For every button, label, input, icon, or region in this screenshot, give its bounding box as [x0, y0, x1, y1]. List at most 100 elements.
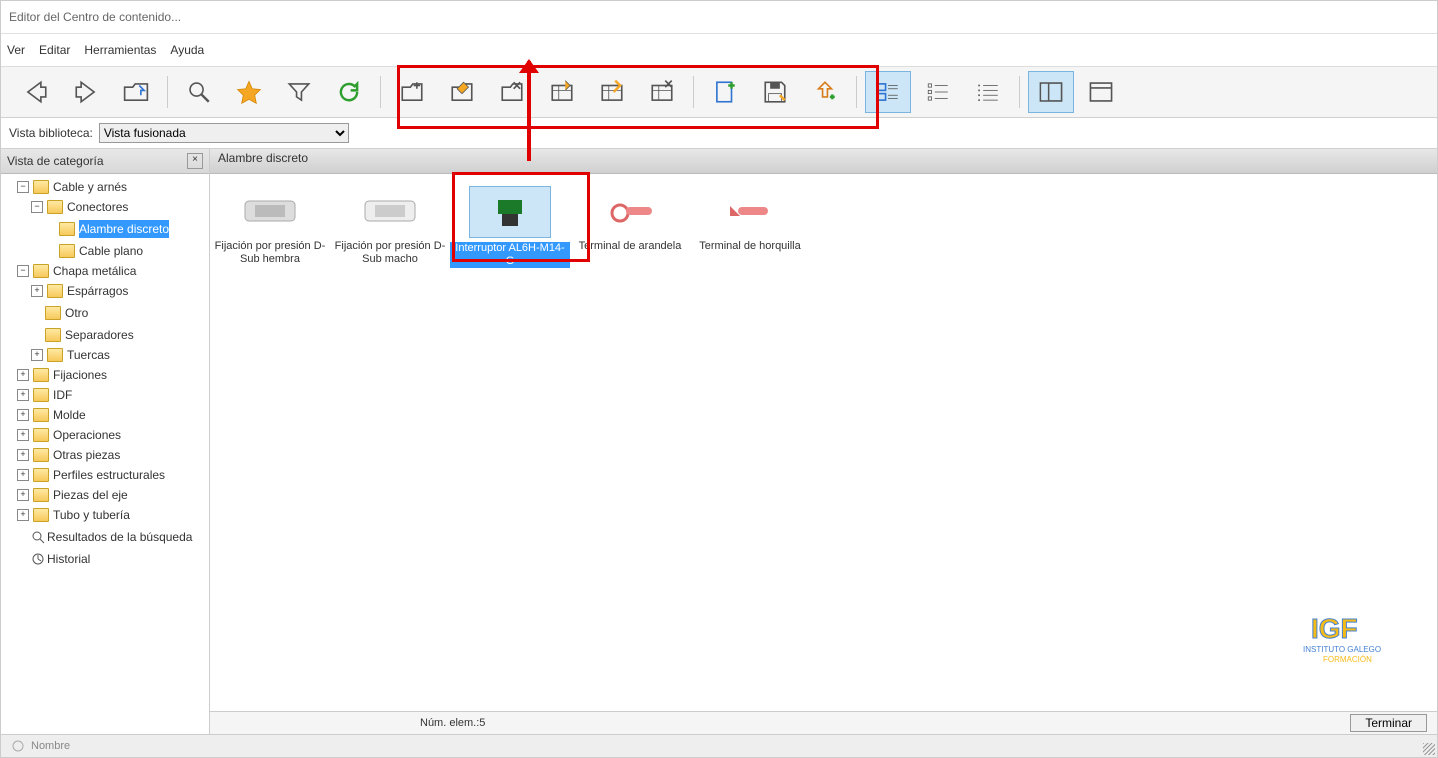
add-file-button[interactable]: [702, 71, 748, 113]
folder-icon: [33, 180, 49, 194]
folder-icon: [33, 388, 49, 402]
expand-icon[interactable]: +: [17, 369, 29, 381]
folder-icon: [33, 368, 49, 382]
thumbnail-view-button[interactable]: [865, 71, 911, 113]
svg-text:IGF: IGF: [1311, 613, 1358, 644]
tree-cableplano[interactable]: Cable plano: [79, 242, 143, 260]
favorite-button[interactable]: [226, 71, 272, 113]
item-thumb: [590, 186, 670, 236]
pane-single-button[interactable]: [1078, 71, 1124, 113]
tree-tubo[interactable]: Tubo y tubería: [53, 506, 130, 524]
expand-icon[interactable]: +: [17, 449, 29, 461]
toolbar: [1, 67, 1437, 118]
libview-label: Vista biblioteca:: [9, 126, 93, 140]
back-button[interactable]: [13, 71, 59, 113]
tree-tuercas[interactable]: Tuercas: [67, 346, 110, 364]
radio-icon: [11, 739, 25, 753]
search-button[interactable]: [176, 71, 222, 113]
folder-icon: [59, 222, 75, 236]
category-tree[interactable]: −Cable y arnés −Conectores Alambre discr…: [1, 174, 209, 734]
expand-icon[interactable]: +: [17, 489, 29, 501]
watermark-logo: IGF INSTITUTO GALEGO FORMACIÓN: [1297, 608, 1417, 671]
collapse-icon[interactable]: −: [17, 181, 29, 193]
close-panel-icon[interactable]: ×: [187, 153, 203, 169]
folder-icon: [47, 200, 63, 214]
libview-select[interactable]: Vista fusionada: [99, 123, 349, 143]
expand-icon[interactable]: +: [17, 389, 29, 401]
window-title: Editor del Centro de contenido...: [1, 1, 1437, 34]
item-label: Terminal de horquilla: [690, 240, 810, 253]
category-panel: Vista de categoría × −Cable y arnés −Con…: [1, 149, 210, 734]
collapse-icon[interactable]: −: [17, 265, 29, 277]
content-item[interactable]: Terminal de horquilla: [690, 186, 810, 253]
tree-separadores[interactable]: Separadores: [65, 326, 134, 344]
expand-icon[interactable]: +: [31, 349, 43, 361]
item-thumb: [350, 186, 430, 236]
save-button[interactable]: [752, 71, 798, 113]
folder-icon: [47, 348, 63, 362]
tree-resultados[interactable]: Resultados de la búsqueda: [47, 528, 192, 546]
edit-category-button[interactable]: [439, 71, 485, 113]
edit-family-button[interactable]: [589, 71, 635, 113]
expand-icon[interactable]: +: [17, 429, 29, 441]
tree-molde[interactable]: Molde: [53, 406, 86, 424]
forward-button[interactable]: [63, 71, 109, 113]
expand-icon[interactable]: +: [17, 509, 29, 521]
finish-button[interactable]: Terminar: [1350, 714, 1427, 732]
item-thumb: [230, 186, 310, 236]
content-panel-title: Alambre discreto: [218, 151, 308, 165]
menu-herramientas[interactable]: Herramientas: [84, 43, 156, 57]
filter-button[interactable]: [276, 71, 322, 113]
watermark-l2: INSTITUTO GALEGO: [1303, 645, 1381, 654]
folder-icon: [47, 284, 63, 298]
details-view-button[interactable]: [965, 71, 1011, 113]
tree-idf[interactable]: IDF: [53, 386, 72, 404]
folder-icon: [33, 488, 49, 502]
menu-ver[interactable]: Ver: [7, 43, 25, 57]
tree-conectores[interactable]: Conectores: [67, 198, 128, 216]
refresh-button[interactable]: [326, 71, 372, 113]
list-view-button[interactable]: [915, 71, 961, 113]
folder-icon: [33, 408, 49, 422]
content-item-selected[interactable]: Interruptor AL6H-M14-G: [450, 186, 570, 268]
folder-icon: [33, 264, 49, 278]
content-area: Fijación por presión D-Sub hembra Fijaci…: [210, 174, 1437, 711]
content-panel-header: Alambre discreto: [210, 149, 1437, 174]
tree-fijaciones[interactable]: Fijaciones: [53, 366, 107, 384]
content-item[interactable]: Fijación por presión D-Sub macho: [330, 186, 450, 266]
content-item[interactable]: Terminal de arandela: [570, 186, 690, 253]
expand-icon[interactable]: +: [17, 469, 29, 481]
tree-chapa[interactable]: Chapa metálica: [53, 262, 136, 280]
menu-ayuda[interactable]: Ayuda: [170, 43, 204, 57]
new-category-button[interactable]: [389, 71, 435, 113]
tree-historial[interactable]: Historial: [47, 550, 90, 568]
tree-otras[interactable]: Otras piezas: [53, 446, 120, 464]
clock-icon: [31, 552, 45, 566]
content-item[interactable]: Fijación por presión D-Sub hembra: [210, 186, 330, 266]
collapse-icon[interactable]: −: [31, 201, 43, 213]
up-folder-button[interactable]: [113, 71, 159, 113]
tree-piezas[interactable]: Piezas del eje: [53, 486, 128, 504]
pane-split-button[interactable]: [1028, 71, 1074, 113]
tree-cable[interactable]: Cable y arnés: [53, 178, 127, 196]
content-panel: Alambre discreto Fijación por presión D-…: [210, 149, 1437, 734]
publish-button[interactable]: [802, 71, 848, 113]
folder-icon: [33, 448, 49, 462]
menu-editar[interactable]: Editar: [39, 43, 70, 57]
tree-alambre[interactable]: Alambre discreto: [79, 220, 169, 238]
item-label: Fijación por presión D-Sub hembra: [210, 240, 330, 266]
folder-icon: [59, 244, 75, 258]
tree-operaciones[interactable]: Operaciones: [53, 426, 121, 444]
tree-otro[interactable]: Otro: [65, 304, 88, 322]
menubar: Ver Editar Herramientas Ayuda: [1, 34, 1437, 67]
expand-icon[interactable]: +: [31, 285, 43, 297]
folder-icon: [45, 306, 61, 320]
title-text: Editor del Centro de contenido...: [9, 10, 181, 24]
resize-grip-icon[interactable]: [1423, 743, 1435, 755]
expand-icon[interactable]: +: [17, 409, 29, 421]
tree-esparragos[interactable]: Espárragos: [67, 282, 128, 300]
delete-family-button[interactable]: [639, 71, 685, 113]
new-family-button[interactable]: [539, 71, 585, 113]
tree-perfiles[interactable]: Perfiles estructurales: [53, 466, 165, 484]
annotation-arrow: [527, 61, 531, 161]
